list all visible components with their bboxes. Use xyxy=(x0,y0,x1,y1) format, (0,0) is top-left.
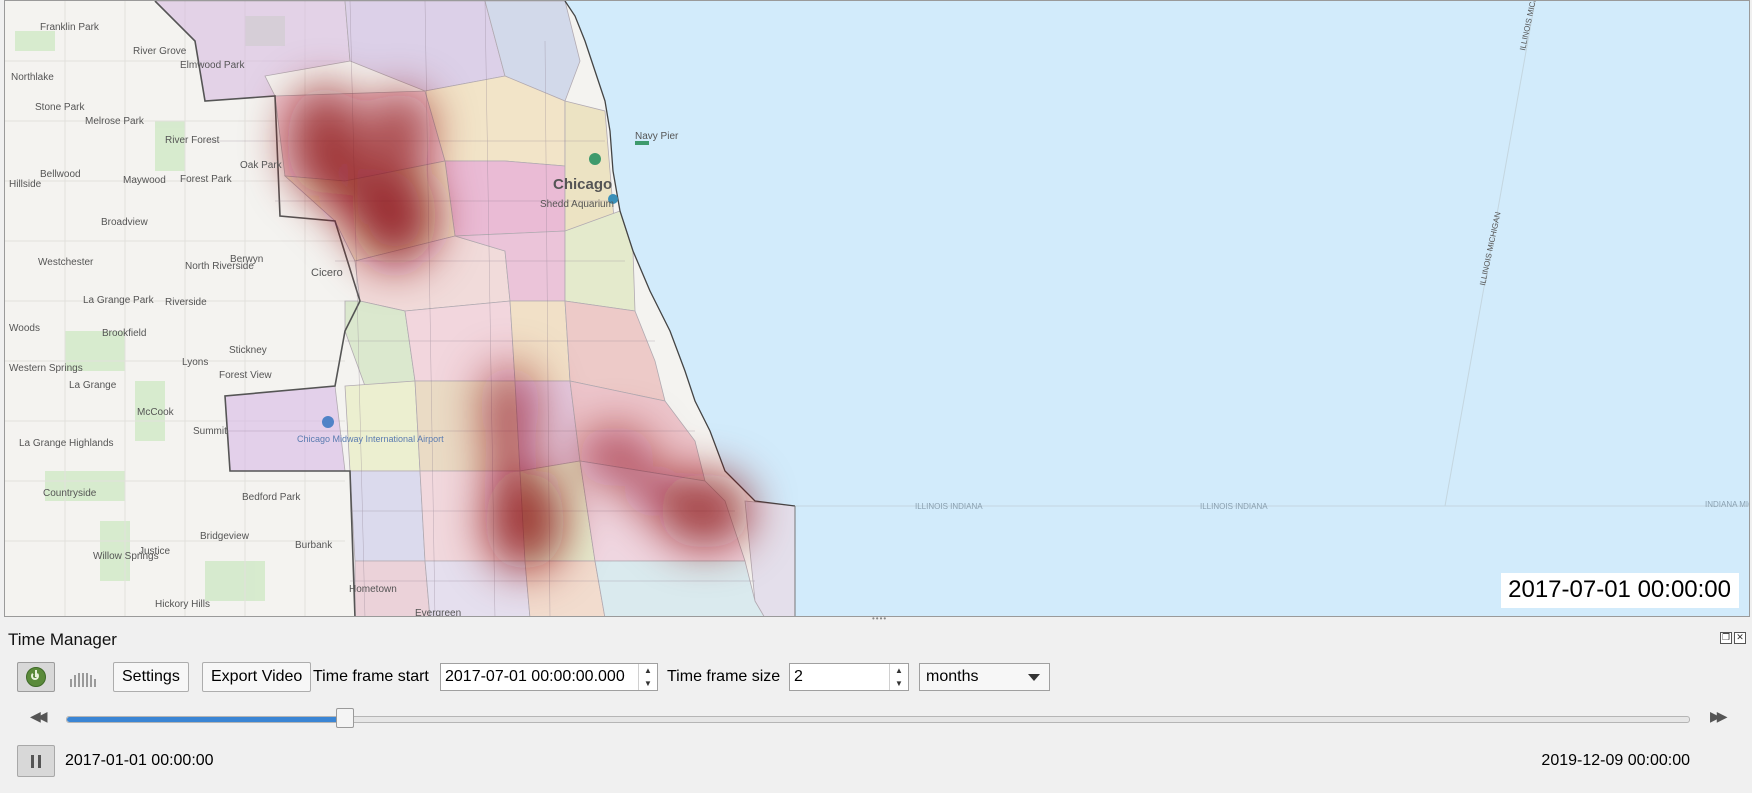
splitter-handle[interactable]: •••• xyxy=(872,615,888,623)
map-canvas[interactable]: Franklin Park River Grove Elmwood Park N… xyxy=(4,0,1750,617)
archive-icon[interactable] xyxy=(70,667,96,687)
label-la-grange-highlands: La Grange Highlands xyxy=(19,438,114,449)
label-la-grange: La Grange xyxy=(69,380,117,391)
label-hickory-hills: Hickory Hills xyxy=(155,599,210,610)
label-la-grange-park: La Grange Park xyxy=(83,295,155,306)
time-unit-dropdown[interactable]: months xyxy=(919,663,1050,691)
spin-down-icon[interactable]: ▼ xyxy=(639,677,657,690)
spin-up-icon[interactable]: ▲ xyxy=(639,664,657,677)
map-layer: Franklin Park River Grove Elmwood Park N… xyxy=(5,1,1750,617)
range-end-date: 2019-12-09 00:00:00 xyxy=(1541,752,1690,769)
label-northlake: Northlake xyxy=(11,72,54,83)
label-hillside: Hillside xyxy=(9,179,42,190)
label-river-grove: River Grove xyxy=(133,46,187,57)
label-westchester: Westchester xyxy=(38,257,94,268)
time-frame-size-field[interactable]: ▲ ▼ xyxy=(789,663,909,691)
label-stone-park: Stone Park xyxy=(35,102,85,113)
label-oak-park: Oak Park xyxy=(240,160,283,171)
label-woods: Woods xyxy=(9,323,40,334)
spin-up-icon[interactable]: ▲ xyxy=(890,664,908,677)
label-mccook: McCook xyxy=(137,407,175,418)
label-brookfield: Brookfield xyxy=(102,328,146,339)
label-evergreen: Evergreen xyxy=(415,608,461,617)
range-start-date: 2017-01-01 00:00:00 xyxy=(65,752,214,769)
label-forest-view: Forest View xyxy=(219,370,272,381)
label-riverside: Riverside xyxy=(165,297,207,308)
time-frame-start-field[interactable]: ▲ ▼ xyxy=(440,663,658,691)
time-manager-panel: Time Manager ❐ ✕ Settings Export Video T… xyxy=(0,622,1752,793)
float-icon[interactable]: ❐ xyxy=(1720,632,1732,644)
map-timestamp: 2017-07-01 00:00:00 xyxy=(1501,573,1739,608)
chevron-down-icon xyxy=(1028,674,1040,681)
label-navy-pier: Navy Pier xyxy=(635,131,679,142)
spin-down-icon[interactable]: ▼ xyxy=(890,677,908,690)
rewind-icon[interactable]: ◀◀ xyxy=(30,708,47,725)
label-franklin-park: Franklin Park xyxy=(40,22,100,33)
label-western-springs: Western Springs xyxy=(9,363,83,374)
label-river-forest: River Forest xyxy=(165,135,220,146)
label-stickney: Stickney xyxy=(229,345,267,356)
label-bridgeview: Bridgeview xyxy=(200,531,250,542)
label-forest-park: Forest Park xyxy=(180,174,233,185)
pause-button[interactable] xyxy=(17,745,55,777)
label-indiana-michigan: INDIANA MICHIGAN xyxy=(1705,500,1750,509)
dock-controls: ❐ ✕ xyxy=(1720,632,1746,644)
label-hometown: Hometown xyxy=(349,584,397,595)
label-chicago-midway: Chicago Midway International Airport xyxy=(297,434,444,444)
time-frame-size-spinner[interactable]: ▲ ▼ xyxy=(889,664,908,690)
label-chicago: Chicago xyxy=(553,176,612,193)
time-frame-start-label: Time frame start xyxy=(313,668,429,685)
time-slider-progress xyxy=(67,717,346,722)
power-icon xyxy=(26,667,46,687)
time-slider[interactable] xyxy=(66,716,1690,723)
label-bellwood: Bellwood xyxy=(40,169,81,180)
label-lyons: Lyons xyxy=(182,357,208,368)
close-icon[interactable]: ✕ xyxy=(1734,632,1746,644)
label-burbank: Burbank xyxy=(295,540,333,551)
time-unit-value: months xyxy=(926,668,979,685)
power-toggle-button[interactable] xyxy=(17,662,55,692)
fast-forward-icon[interactable]: ▶▶ xyxy=(1710,708,1727,725)
label-bedford-park: Bedford Park xyxy=(242,492,301,503)
label-illinois-indiana-2: ILLINOIS INDIANA xyxy=(1200,502,1268,511)
label-summit: Summit xyxy=(193,426,227,437)
label-berwyn: Berwyn xyxy=(230,254,263,265)
label-maywood: Maywood xyxy=(123,175,166,186)
label-elmwood-park: Elmwood Park xyxy=(180,60,245,71)
label-broadview: Broadview xyxy=(101,217,148,228)
label-countryside: Countryside xyxy=(43,488,97,499)
label-melrose-park: Melrose Park xyxy=(85,116,145,127)
export-video-button[interactable]: Export Video xyxy=(202,662,312,692)
pause-icon xyxy=(31,754,34,768)
label-shedd-aquarium: Shedd Aquarium xyxy=(540,199,614,210)
time-frame-start-input[interactable] xyxy=(441,664,638,690)
panel-title: Time Manager xyxy=(8,630,117,649)
label-illinois-indiana-1: ILLINOIS INDIANA xyxy=(915,502,983,511)
time-frame-size-input[interactable] xyxy=(790,664,889,690)
label-justice: Justice xyxy=(139,546,171,557)
time-slider-handle[interactable] xyxy=(336,708,355,728)
time-frame-size-label: Time frame size xyxy=(667,668,781,685)
settings-button[interactable]: Settings xyxy=(113,662,189,692)
time-frame-start-spinner[interactable]: ▲ ▼ xyxy=(638,664,657,690)
label-cicero: Cicero xyxy=(311,267,343,279)
